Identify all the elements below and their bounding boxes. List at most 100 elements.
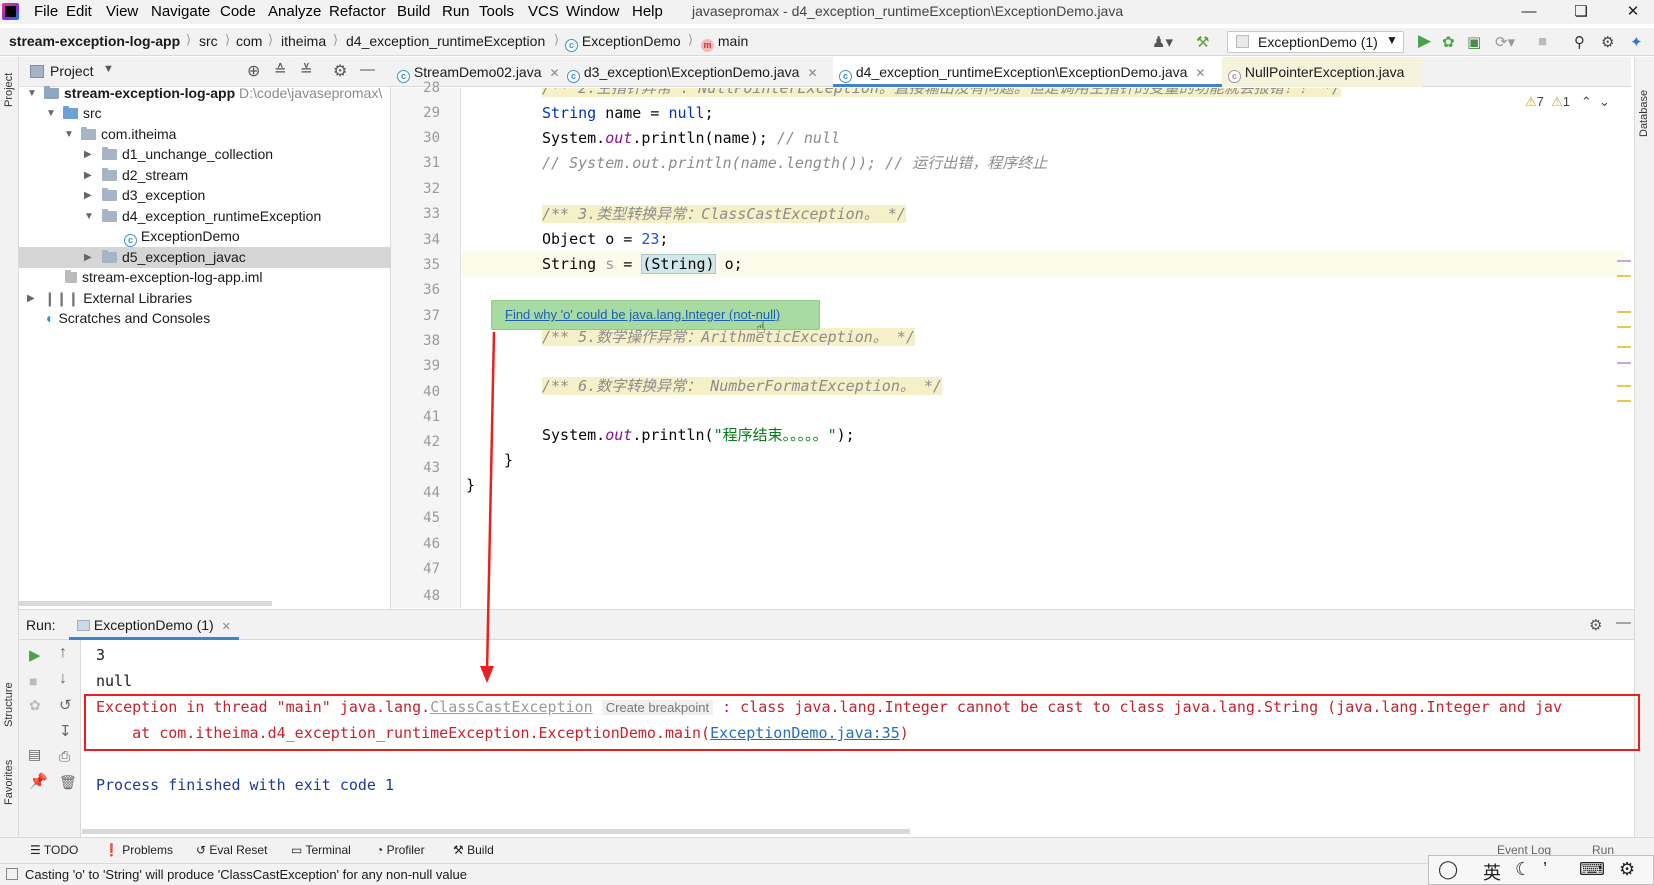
status-toggle-icon[interactable] xyxy=(6,868,18,880)
minimize-icon[interactable]: — xyxy=(1509,0,1549,24)
scroll-to-end-icon[interactable]: ↧ xyxy=(59,722,72,740)
close-tab-icon[interactable]: ✕ xyxy=(807,66,817,80)
collapse-arrow-icon[interactable]: ▶ xyxy=(84,144,92,165)
todo-tab[interactable]: ☰ TODO xyxy=(30,843,78,857)
collapse-arrow-icon[interactable]: ▶ xyxy=(84,165,92,186)
collapse-arrow-icon[interactable]: ▶ xyxy=(84,185,92,206)
tree-item-src[interactable]: ▼ src xyxy=(19,103,391,124)
hide-panel-icon[interactable]: — xyxy=(360,61,375,78)
eval-reset-tab[interactable]: ↺ Eval Reset xyxy=(196,843,267,857)
run-panel-settings-icon[interactable]: ⚙ xyxy=(1589,616,1602,634)
tree-item-project-root[interactable]: ▼ stream-exception-log-app D:\code\javas… xyxy=(19,83,391,104)
pin-icon[interactable]: 📌 xyxy=(29,772,48,790)
menu-view[interactable]: View xyxy=(106,3,138,20)
restore-icon[interactable]: ❏ xyxy=(1561,0,1601,24)
coverage-icon[interactable]: ▣ xyxy=(1467,33,1481,51)
settings-gear-icon[interactable]: ⚙ xyxy=(1601,33,1614,51)
tree-item-package-com-itheima[interactable]: ▼ com.itheima xyxy=(19,124,391,145)
stop-icon[interactable]: ■ xyxy=(1538,33,1547,50)
trash-icon[interactable]: 🗑 xyxy=(59,774,77,791)
problems-tab[interactable]: ❗ Problems xyxy=(104,843,173,857)
stripe-mark[interactable] xyxy=(1617,385,1631,387)
breadcrumb-project[interactable]: stream-exception-log-app xyxy=(9,33,180,49)
menu-code[interactable]: Code xyxy=(220,3,256,20)
profiler-tab[interactable]: ◔ Profiler xyxy=(376,843,425,857)
tree-item-d1[interactable]: ▶ d1_unchange_collection xyxy=(19,144,391,165)
menu-refactor[interactable]: Refactor xyxy=(329,3,386,20)
ime-settings-icon[interactable]: ⚙ xyxy=(1619,859,1635,880)
menu-vcs[interactable]: VCS xyxy=(528,3,559,20)
build-hammer-icon[interactable]: ⚒ xyxy=(1196,33,1209,51)
ime-language-toggle[interactable]: 英 xyxy=(1483,859,1501,885)
database-tool-tab[interactable]: Database xyxy=(1638,90,1650,137)
editor-tab-nullpointerexception[interactable]: c NullPointerException.java xyxy=(1222,57,1422,87)
structure-tool-tab[interactable]: Structure xyxy=(3,682,15,727)
menu-build[interactable]: Build xyxy=(397,3,430,20)
close-icon[interactable]: ✕ xyxy=(1613,0,1653,24)
expand-arrow-icon[interactable]: ▼ xyxy=(46,103,56,124)
tree-item-exceptiondemo[interactable]: c ExceptionDemo xyxy=(19,226,391,247)
panel-settings-icon[interactable]: ⚙ xyxy=(333,61,347,81)
project-tool-tab[interactable]: Project xyxy=(3,73,15,107)
menu-analyze[interactable]: Analyze xyxy=(268,3,321,20)
menu-edit[interactable]: Edit xyxy=(66,3,92,20)
keyboard-icon[interactable]: ⌨ xyxy=(1579,859,1605,880)
stripe-mark[interactable] xyxy=(1617,346,1631,348)
menu-tools[interactable]: Tools xyxy=(479,3,514,20)
breadcrumb-com[interactable]: com xyxy=(236,33,262,49)
print-icon[interactable]: ⎙ xyxy=(59,748,70,765)
horizontal-scrollbar[interactable] xyxy=(19,601,272,606)
collapse-arrow-icon[interactable]: ▶ xyxy=(84,247,92,268)
menu-run[interactable]: Run xyxy=(442,3,470,20)
stripe-mark[interactable] xyxy=(1617,362,1631,364)
stripe-mark[interactable] xyxy=(1617,275,1631,277)
scroll-up-icon[interactable]: ↑ xyxy=(59,644,67,662)
expand-arrow-icon[interactable]: ▼ xyxy=(64,124,74,145)
expand-arrow-icon[interactable]: ▼ xyxy=(27,83,37,104)
stripe-mark[interactable] xyxy=(1617,400,1631,402)
project-view-select[interactable]: Project xyxy=(50,63,94,79)
debug-disabled-icon[interactable]: ✿ xyxy=(29,697,41,714)
breadcrumb-src[interactable]: src xyxy=(199,33,218,49)
inspection-tooltip-link[interactable]: Find why 'o' could be java.lang.Integer … xyxy=(491,300,820,330)
tree-item-d2[interactable]: ▶ d2_stream xyxy=(19,165,391,186)
editor-tab-streamdemo02[interactable]: c StreamDemo02.java ✕ xyxy=(391,57,561,87)
tree-item-scratches[interactable]: ◐ Scratches and Consoles xyxy=(19,308,391,329)
inspection-counter[interactable]: ⚠7 ⚠1 ⌃ ⌄ xyxy=(1525,94,1610,110)
scroll-down-icon[interactable]: ↓ xyxy=(59,670,67,688)
menu-help[interactable]: Help xyxy=(632,3,663,20)
close-tab-icon[interactable]: ✕ xyxy=(222,621,231,633)
soft-wrap-icon[interactable]: ↺ xyxy=(59,696,72,714)
close-tab-icon[interactable]: ✕ xyxy=(550,66,560,80)
collapse-all-icon[interactable]: ≚ xyxy=(300,61,313,79)
menu-navigate[interactable]: Navigate xyxy=(151,3,210,20)
breadcrumb-package[interactable]: d4_exception_runtimeException xyxy=(346,33,545,49)
moon-icon[interactable]: ☾ xyxy=(1515,859,1531,880)
breadcrumb-method[interactable]: m main xyxy=(701,33,748,52)
close-tab-icon[interactable]: ✕ xyxy=(1195,66,1205,80)
profile-icon[interactable]: ⟳▾ xyxy=(1495,33,1515,51)
hide-panel-icon[interactable]: — xyxy=(1616,614,1631,631)
layout-icon[interactable]: ▤ xyxy=(28,746,41,763)
favorites-tool-tab[interactable]: Favorites xyxy=(3,760,15,805)
tree-item-d4[interactable]: ▼ d4_exception_runtimeException xyxy=(19,206,391,227)
search-icon[interactable]: ⚲ xyxy=(1574,33,1585,51)
menu-file[interactable]: File xyxy=(34,3,58,20)
breadcrumb-itheima[interactable]: itheima xyxy=(281,33,326,49)
rerun-icon[interactable]: ▶ xyxy=(29,646,41,664)
collapse-arrow-icon[interactable]: ▶ xyxy=(27,288,35,309)
user-icon[interactable]: ♟▾ xyxy=(1152,33,1173,51)
run-icon[interactable]: ▶ xyxy=(1418,31,1431,51)
expand-all-icon[interactable]: ≙ xyxy=(274,61,287,79)
menu-window[interactable]: Window xyxy=(566,3,619,20)
tree-item-external-libraries[interactable]: ▶ ❙❙❙ External Libraries xyxy=(19,288,391,309)
debug-icon[interactable]: ✿ xyxy=(1442,33,1455,51)
editor-tab-d3-exceptiondemo[interactable]: c d3_exception\ExceptionDemo.java ✕ xyxy=(561,57,833,87)
chevron-down-icon[interactable]: ▼ xyxy=(103,63,114,75)
console-horizontal-scrollbar[interactable] xyxy=(82,829,910,834)
ime-logo-icon[interactable]: ◯ xyxy=(1438,859,1458,880)
locate-crosshair-icon[interactable]: ⊕ xyxy=(247,61,260,81)
next-highlight-icon[interactable]: ⌄ xyxy=(1599,94,1610,109)
terminal-tab[interactable]: ▭ Terminal xyxy=(291,843,351,857)
editor-tab-d4-exceptiondemo[interactable]: c d4_exception_runtimeException\Exceptio… xyxy=(833,57,1222,87)
